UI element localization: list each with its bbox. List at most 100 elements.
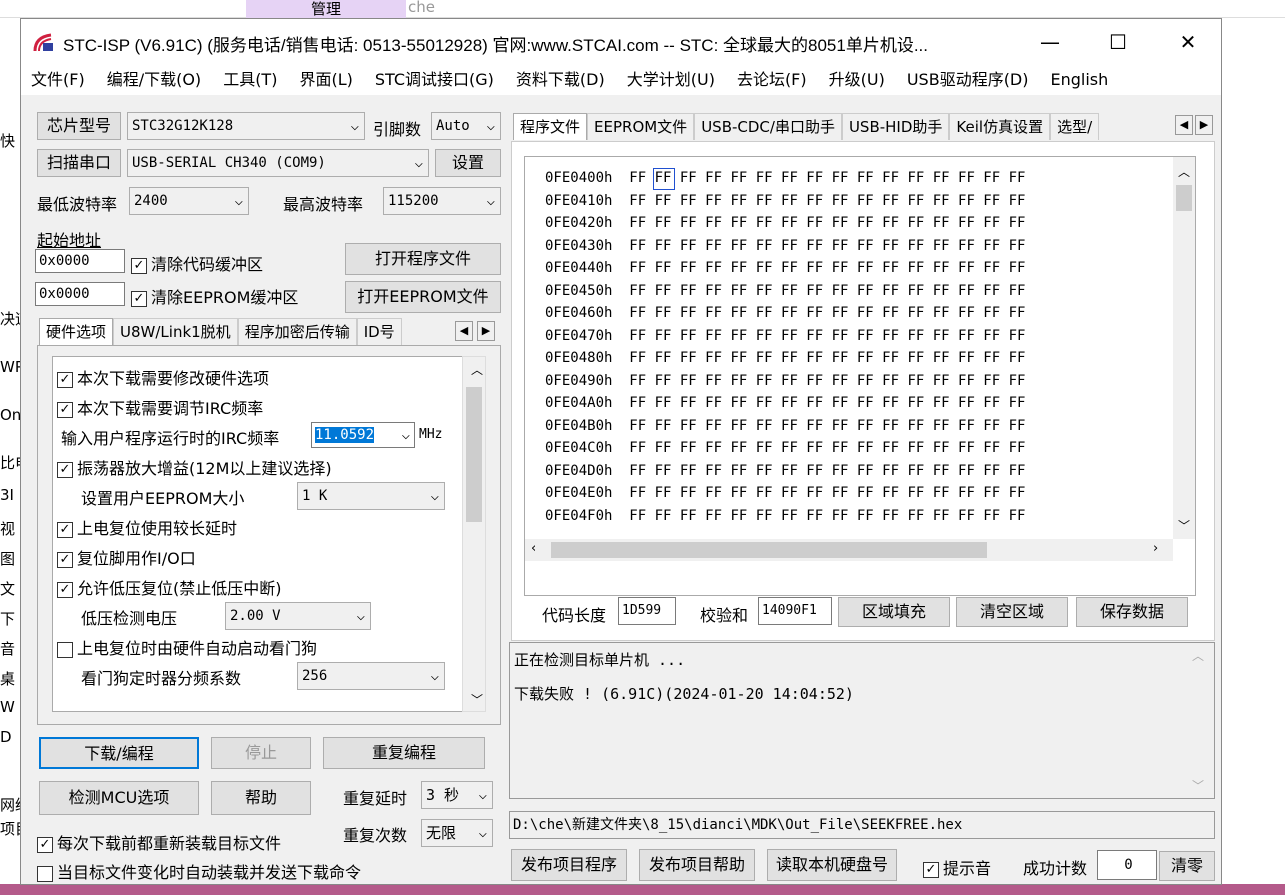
checkbox-icon[interactable]: ✓ — [57, 581, 73, 598]
hex-bytes: FF FF FF FF FF FF FF FF FF FF FF FF FF F… — [629, 462, 1026, 479]
menu-item[interactable]: 升级(U) — [829, 65, 885, 95]
tab-scroll-right-icon[interactable]: ▶ — [1195, 115, 1213, 135]
code-start-address-input[interactable]: 0x0000 — [35, 249, 125, 273]
menu-item[interactable]: English — [1051, 65, 1109, 95]
desktop-fragment: 文 — [0, 580, 16, 598]
help-button[interactable]: 帮助 — [211, 781, 311, 815]
minimize-button[interactable]: — — [1027, 27, 1073, 57]
publish-project-program-button[interactable]: 发布项目程序 — [511, 849, 627, 881]
option-row[interactable]: ✓ 本次下载需要调节IRC频率 — [57, 395, 263, 419]
option-row[interactable]: ✓ 复位脚用作I/O口 — [57, 545, 196, 569]
hex-horizontal-scrollbar[interactable]: ‹ › — [525, 539, 1173, 561]
maximize-button[interactable]: ☐ — [1095, 27, 1141, 57]
tab-scroll-left-icon[interactable]: ◀ — [455, 321, 473, 341]
option-row[interactable]: ✓ 振荡器放大增益(12M以上建议选择) — [57, 455, 332, 479]
settings-button[interactable]: 设置 — [435, 149, 501, 177]
read-disk-id-button[interactable]: 读取本机硬盘号 — [767, 849, 897, 881]
tab-hardware-0[interactable]: 硬件选项 — [39, 318, 114, 345]
scroll-left-icon[interactable]: ‹ — [531, 541, 536, 556]
scroll-down-icon[interactable]: ﹀ — [1178, 517, 1190, 534]
repeat-delay-select[interactable]: 3 秒 — [421, 781, 493, 809]
scroll-right-icon[interactable]: › — [1153, 541, 1158, 556]
checkbox-icon[interactable]: ✓ — [57, 371, 73, 388]
pins-select[interactable]: Auto — [431, 112, 501, 140]
menu-item[interactable]: 大学计划(U) — [627, 65, 715, 95]
repeat-program-button[interactable]: 重复编程 — [323, 737, 485, 769]
open-program-file-button[interactable]: 打开程序文件 — [345, 243, 501, 275]
option-row[interactable]: ✓ 本次下载需要修改硬件选项 — [57, 365, 269, 389]
tab-file-2[interactable]: USB-CDC/串口助手 — [694, 113, 842, 140]
sound-checkbox[interactable]: ✓ 提示音 — [923, 855, 991, 879]
option-select[interactable]: 256 — [297, 662, 445, 690]
irc-frequency-input[interactable]: 11.0592 ⌵ — [311, 422, 415, 448]
scroll-thumb[interactable] — [1176, 185, 1192, 211]
tab-scroll-left-icon[interactable]: ◀ — [1175, 115, 1193, 135]
scroll-up-icon[interactable]: ︿ — [1192, 647, 1204, 664]
checkbox-icon[interactable]: ✓ — [57, 401, 73, 418]
area-fill-button[interactable]: 区域填充 — [838, 597, 950, 627]
tab-scroll-right-icon[interactable]: ▶ — [477, 321, 495, 341]
checkbox-icon[interactable]: ✓ — [57, 521, 73, 538]
tab-hardware-1[interactable]: U8W/Link1脱机 — [113, 318, 238, 345]
menu-item[interactable]: 编程/下载(O) — [107, 65, 201, 95]
menu-item[interactable]: STC调试接口(G) — [375, 65, 494, 95]
repeat-count-select[interactable]: 无限 — [421, 819, 493, 847]
hex-row: 0FE0420h FF FF FF FF FF FF FF FF FF FF F… — [545, 212, 1025, 235]
menu-item[interactable]: 资料下载(D) — [516, 65, 605, 95]
tab-file-1[interactable]: EEPROM文件 — [587, 113, 695, 140]
eeprom-start-address-input[interactable]: 0x0000 — [35, 282, 125, 306]
option-select[interactable]: 2.00 V — [225, 602, 371, 630]
hex-address: 0FE0470h — [545, 327, 613, 344]
tab-hardware-3[interactable]: ID号 — [356, 318, 402, 345]
log-output[interactable]: 正在检测目标单片机 ... 下载失败 ! (6.91C)(2024-01-20 … — [509, 642, 1215, 799]
detect-mcu-options-button[interactable]: 检测MCU选项 — [39, 781, 199, 815]
scroll-down-icon[interactable]: ﹀ — [1192, 777, 1204, 794]
reload-before-download-checkbox[interactable]: ✓ 每次下载前都重新装载目标文件 — [37, 830, 281, 854]
hex-vertical-scrollbar[interactable]: ︿ ﹀ — [1173, 157, 1195, 539]
option-row[interactable]: ✓ 允许低压复位(禁止低压中断) — [57, 575, 282, 599]
menu-bar: 文件(F) 编程/下载(O) 工具(T) 界面(L) STC调试接口(G) 资料下载(D)… — [21, 65, 1221, 95]
option-select[interactable]: 1 K — [297, 482, 445, 510]
menu-item[interactable]: 工具(T) — [223, 65, 277, 95]
option-row[interactable]: ✓ 上电复位使用较长延时 — [57, 515, 237, 539]
explorer-manage-tab[interactable]: 管理 — [246, 0, 406, 18]
open-eeprom-file-button[interactable]: 打开EEPROM文件 — [345, 281, 501, 313]
option-label: 本次下载需要调节IRC频率 — [77, 399, 264, 418]
reset-count-button[interactable]: 清零 — [1159, 851, 1215, 881]
clear-area-button[interactable]: 清空区域 — [956, 597, 1068, 627]
clear-code-buffer-checkbox[interactable]: ✓ 清除代码缓冲区 — [131, 251, 263, 275]
menu-item[interactable]: 去论坛(F) — [737, 65, 807, 95]
auto-reload-checkbox[interactable]: 当目标文件变化时自动装载并发送下载命令 — [37, 859, 361, 883]
tab-file-3[interactable]: USB-HID助手 — [841, 113, 950, 140]
scroll-thumb[interactable] — [551, 542, 987, 558]
scroll-up-icon[interactable]: ︿ — [1178, 163, 1190, 180]
scroll-down-icon[interactable]: ﹀ — [471, 691, 483, 708]
options-scrollbar[interactable]: ︿ ﹀ — [462, 356, 486, 712]
chip-model-select[interactable]: STC32G12K128 — [127, 112, 365, 140]
scroll-up-icon[interactable]: ︿ — [471, 361, 483, 378]
scan-port-button[interactable]: 扫描串口 — [37, 149, 121, 177]
chip-model-button[interactable]: 芯片型号 — [37, 112, 121, 140]
max-baud-select[interactable]: 115200 — [383, 187, 501, 215]
close-button[interactable]: ✕ — [1165, 27, 1211, 57]
checkbox-icon[interactable]: ✓ — [57, 461, 73, 478]
menu-item[interactable]: 界面(L) — [299, 65, 352, 95]
tab-hardware-2[interactable]: 程序加密后传输 — [237, 318, 357, 345]
tab-file-4[interactable]: Keil仿真设置 — [949, 113, 1051, 140]
download-program-button[interactable]: 下载/编程 — [39, 737, 199, 769]
save-data-button[interactable]: 保存数据 — [1076, 597, 1188, 627]
publish-project-help-button[interactable]: 发布项目帮助 — [639, 849, 755, 881]
option-row[interactable]: 上电复位时由硬件自动启动看门狗 — [57, 635, 317, 659]
scroll-thumb[interactable] — [466, 387, 482, 522]
min-baud-select[interactable]: 2400 — [129, 187, 249, 215]
clear-eeprom-buffer-checkbox[interactable]: ✓ 清除EEPROM缓冲区 — [131, 284, 298, 308]
tab-file-0[interactable]: 程序文件 — [513, 113, 588, 140]
menu-item[interactable]: USB驱动程序(D) — [907, 65, 1029, 95]
port-select[interactable]: USB-SERIAL CH340 (COM9) — [127, 149, 429, 177]
checkbox-icon[interactable]: ✓ — [57, 551, 73, 568]
hex-view[interactable]: 0FE0400h FF FF FF FF FF FF FF FF FF FF F… — [524, 156, 1196, 596]
checkbox-icon[interactable] — [57, 641, 73, 658]
stop-button[interactable]: 停止 — [211, 737, 311, 769]
menu-item[interactable]: 文件(F) — [31, 65, 85, 95]
tab-file-5[interactable]: 选型/ — [1050, 113, 1100, 140]
